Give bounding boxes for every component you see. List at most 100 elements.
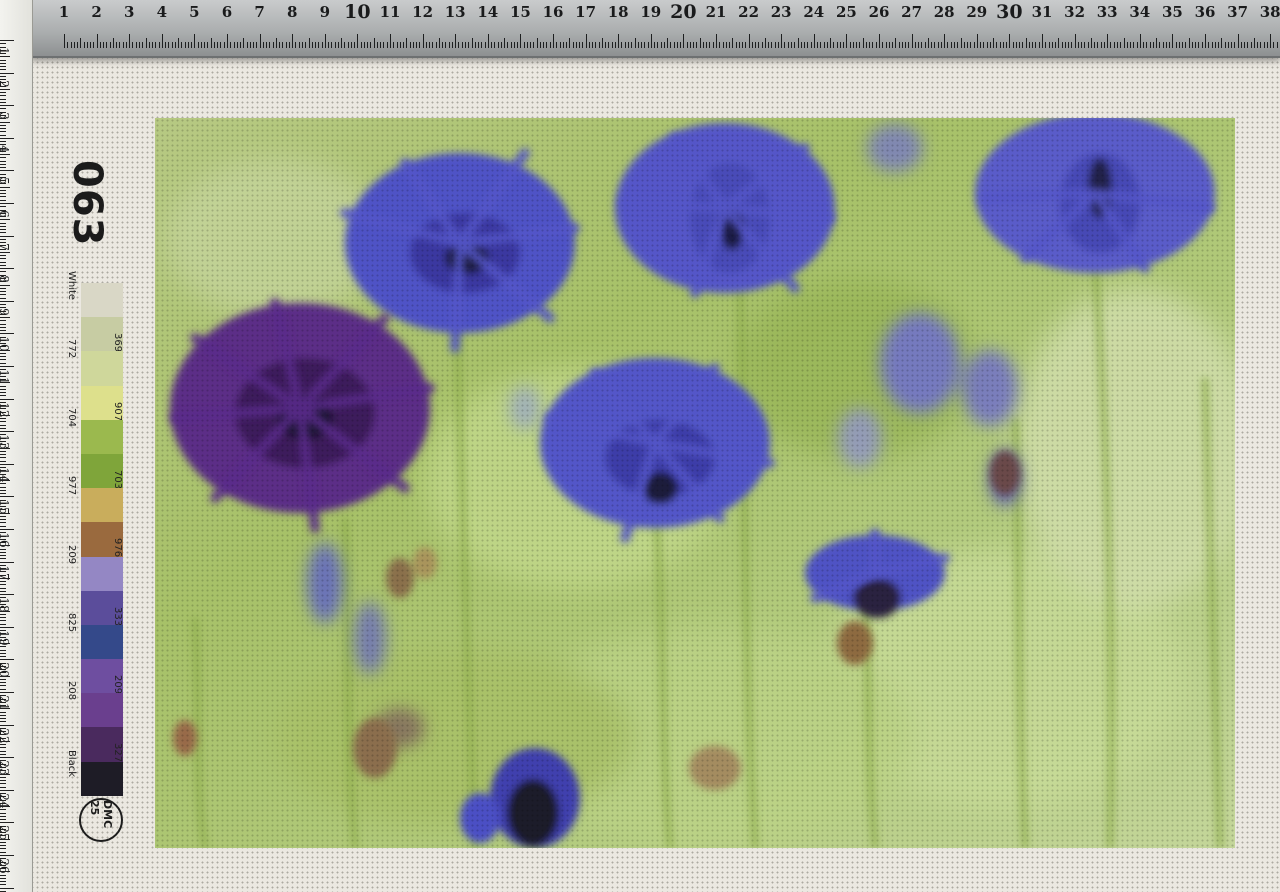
ruler-tick	[0, 848, 6, 850]
ruler-tick	[0, 662, 6, 664]
ruler-tick	[1143, 42, 1145, 48]
ruler-tick	[0, 238, 6, 240]
ruler-tick	[0, 545, 10, 547]
ruler-tick	[0, 108, 6, 110]
ruler-tick	[0, 454, 6, 456]
ruler-tick	[0, 232, 6, 234]
ruler-tick	[914, 42, 916, 48]
ruler-tick	[282, 42, 284, 48]
ruler-tick	[500, 42, 502, 48]
ruler-top-label: 36	[1194, 3, 1216, 21]
ruler-tick	[621, 42, 623, 48]
ruler-tick	[722, 42, 724, 48]
ruler-tick	[0, 362, 6, 364]
ruler-tick	[865, 42, 867, 48]
ruler-top-label: 26	[868, 3, 890, 21]
ruler-tick	[0, 349, 10, 351]
ruler-tick	[0, 271, 6, 273]
ruler-top-label: 30	[996, 1, 1023, 23]
ruler-top-label: 2	[91, 3, 102, 21]
color-code-label: White	[66, 271, 77, 301]
ruler-tick	[1103, 42, 1105, 48]
ruler-tick	[161, 34, 163, 48]
ruler-tick	[0, 92, 6, 94]
ruler-tick	[0, 766, 6, 768]
ruler-top-label: 35	[1161, 3, 1183, 21]
ruler-tick	[1006, 42, 1008, 48]
ruler-tick	[246, 42, 248, 48]
ruler-tick	[1201, 42, 1203, 48]
ruler-tick	[0, 196, 6, 198]
ruler-tick	[311, 42, 313, 48]
ruler-tick	[660, 42, 662, 48]
ruler-tick	[0, 379, 6, 381]
ruler-tick	[810, 42, 812, 48]
ruler-tick	[1077, 42, 1079, 48]
ruler-tick	[862, 38, 864, 48]
ruler-tick	[0, 770, 6, 772]
ruler-tick	[0, 871, 10, 873]
ruler-tick	[0, 496, 14, 498]
ruler-tick	[0, 858, 6, 860]
ruler-tick	[0, 688, 6, 690]
ruler-tick	[0, 382, 10, 384]
ruler-tick	[882, 42, 884, 48]
ruler-tick	[872, 42, 874, 48]
ruler-tick	[797, 38, 799, 48]
ruler-tick	[0, 793, 6, 795]
ruler-tick	[429, 42, 431, 48]
ruler-tick	[0, 304, 6, 306]
ruler-tick	[0, 444, 6, 446]
ruler-tick	[106, 42, 108, 48]
color-swatch: 704	[66, 408, 123, 454]
ruler-top-label: 21	[705, 3, 727, 21]
ruler-tick	[0, 499, 6, 501]
ruler-tick	[233, 42, 235, 48]
ruler-top: 1 2 3 4 5 6 7 8 9 10 11 12 13 14 15 16 17 18 19 20 21 22 23 24 2…	[30, 0, 1280, 58]
ruler-top-label: 10	[344, 1, 371, 23]
ruler-tick	[0, 603, 6, 605]
ruler-tick	[200, 42, 202, 48]
ruler-tick	[0, 659, 14, 661]
ruler-tick	[0, 333, 14, 335]
ruler-tick	[0, 555, 6, 557]
ruler-tick	[761, 42, 763, 48]
color-code-label: 209	[112, 675, 123, 695]
ruler-tick	[1113, 42, 1115, 48]
ruler-tick	[0, 281, 6, 283]
ruler-tick	[0, 806, 10, 808]
ruler-top-label: 25	[835, 3, 857, 21]
ruler-tick	[0, 101, 6, 103]
ruler-tick	[826, 42, 828, 48]
ruler-tick	[823, 42, 825, 48]
ruler-top-label: 12	[412, 3, 434, 21]
ruler-tick	[526, 42, 528, 48]
ruler-tick	[833, 42, 835, 48]
ruler-tick	[0, 150, 6, 152]
ruler-tick	[0, 630, 6, 632]
ruler-tick	[1276, 42, 1278, 48]
ruler-tick	[0, 189, 6, 191]
ruler-tick	[178, 38, 180, 48]
ruler-tick	[924, 42, 926, 48]
ruler-tick	[1074, 34, 1076, 48]
ruler-tick	[285, 42, 287, 48]
ruler-tick	[217, 42, 219, 48]
cornflower-photo	[155, 118, 1235, 848]
ruler-top-label: 11	[379, 3, 401, 21]
ruler-tick	[204, 42, 206, 48]
ruler-tick	[618, 34, 620, 48]
ruler-tick	[0, 731, 6, 733]
ruler-tick	[383, 42, 385, 48]
ruler-tick	[249, 42, 251, 48]
color-swatch: 825	[66, 613, 123, 660]
ruler-tick	[729, 42, 731, 48]
ruler-tick	[0, 802, 6, 804]
ruler-tick	[706, 42, 708, 48]
ruler-tick	[0, 307, 6, 309]
ruler-tick	[0, 548, 6, 550]
ruler-tick	[582, 42, 584, 48]
ruler-tick	[0, 369, 6, 371]
ruler-tick	[631, 42, 633, 48]
ruler-tick	[334, 42, 336, 48]
